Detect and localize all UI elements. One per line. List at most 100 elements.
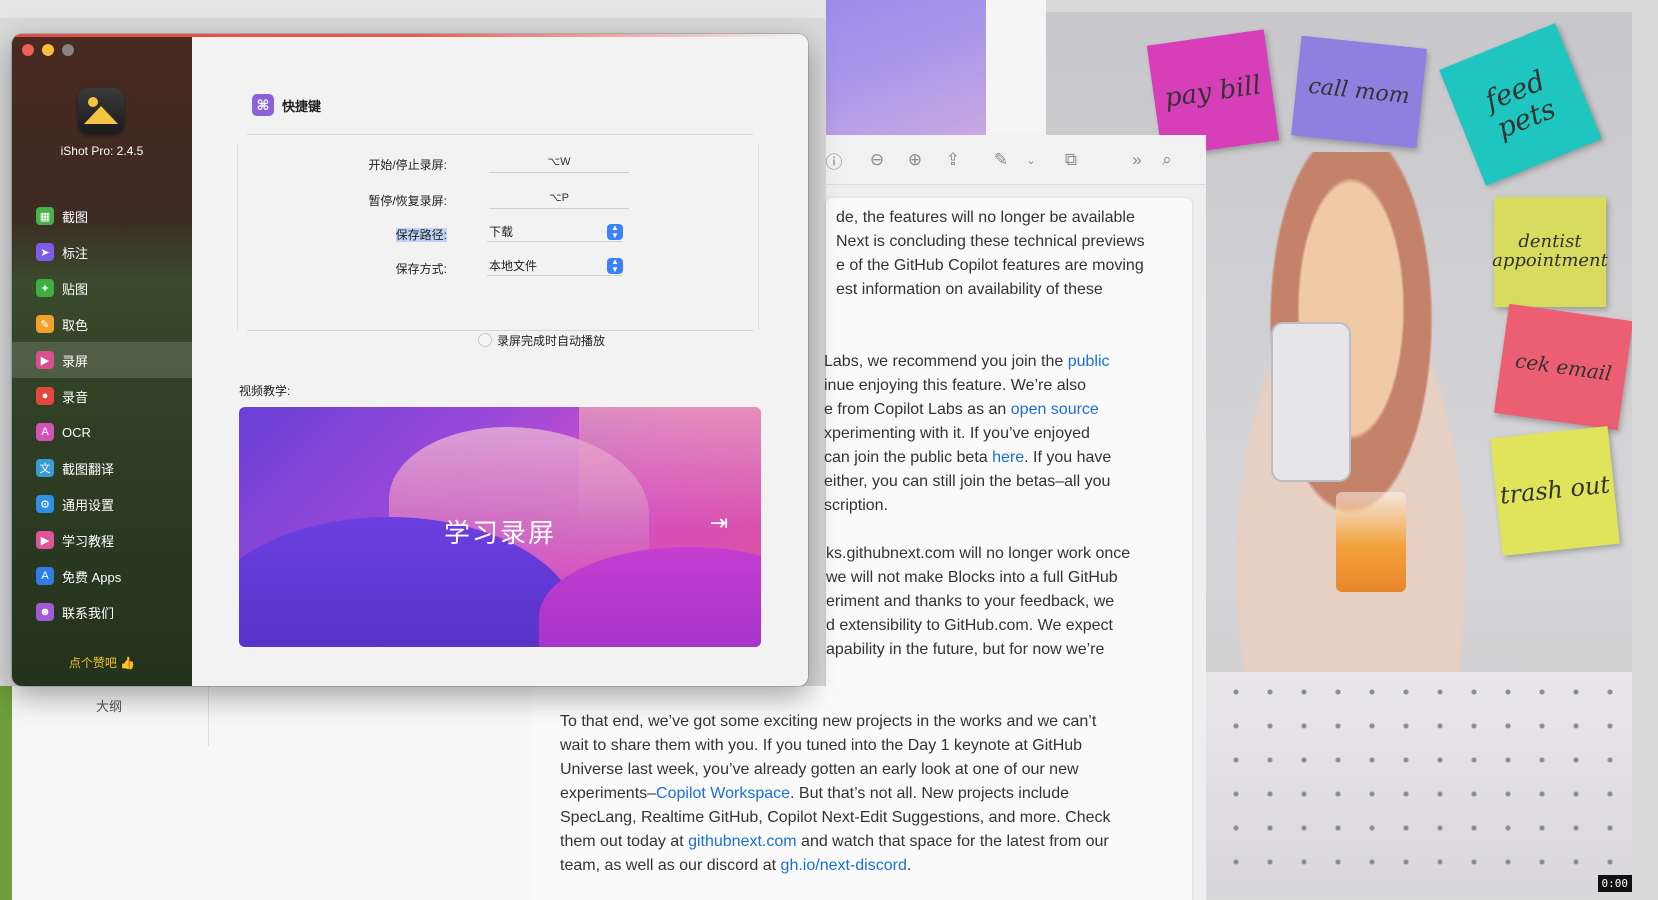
photo-juice-glass	[1336, 492, 1406, 592]
underlying-window-edge	[0, 686, 12, 900]
chevron-down-icon[interactable]: ⌄	[1020, 149, 1042, 171]
text-line: either, you can still join the betas–all…	[824, 470, 1111, 494]
text-line: eriment and thanks to your feedback, we	[826, 593, 1115, 610]
text: xperimenting with it. If you’ve enjoyed	[824, 425, 1090, 442]
sidebar-item[interactable]: ✦ 贴图	[12, 270, 192, 306]
sidebar-item[interactable]: A 免费 Apps	[12, 558, 192, 594]
sidebar-item-label: 免费 Apps	[62, 569, 122, 585]
document-toolbar: ⓘ ⊖ ⊕ ⇪ ✎ ⌄ ⧉ » ⌕	[826, 135, 1206, 185]
open-external-icon[interactable]: ⇥	[707, 510, 731, 535]
text-line: de, the features will no longer be avail…	[836, 209, 1135, 226]
chevron-up-down-icon: ▲ ▼	[607, 224, 623, 240]
open-source-link[interactable]: open source	[1011, 401, 1099, 418]
here-link[interactable]: here	[992, 449, 1024, 466]
text-line: e of the GitHub Copilot features are mov…	[836, 257, 1144, 274]
video-tutorial-card[interactable]: 学习录屏 ⇥	[239, 407, 761, 647]
chevron-up-down-icon: ▲ ▼	[607, 258, 623, 274]
sidebar-item-label: 标注	[62, 245, 89, 261]
sidebar-item[interactable]: ⚙ 通用设置	[12, 486, 192, 522]
video-tutorial-label: 视频教学:	[239, 384, 291, 398]
contacts-icon: ☻	[36, 603, 54, 621]
save-mode-select[interactable]: 本地文件 ▲ ▼	[487, 257, 623, 276]
zoom-out-icon[interactable]: ⊖	[866, 149, 888, 171]
text-line: SpecLang, Realtime GitHub, Copilot Next-…	[560, 809, 1111, 826]
divider	[208, 686, 209, 746]
microphone-icon: ●	[36, 387, 54, 405]
ocr-icon: A	[36, 423, 54, 441]
text-line: can join the public beta here. If you ha…	[824, 446, 1111, 470]
text: Labs, we recommend you join the	[824, 353, 1068, 370]
autoplay-label[interactable]: 录屏完成时自动播放	[497, 332, 605, 349]
text: e from Copilot Labs as an	[824, 401, 1011, 418]
app-logo-icon	[78, 88, 124, 134]
sidebar-item-label: 截图	[62, 209, 89, 225]
image-icon: ▦	[36, 207, 54, 225]
text-line: apability in the future, but for now we’…	[826, 641, 1105, 658]
video-icon: ▶	[36, 351, 54, 369]
settings-panel: ⌘ 快捷键 开始/停止录屏: ⌥W 暂停/恢复录屏: ⌥P 保存路径: 下载 ▲…	[192, 37, 808, 686]
document-paragraph-2: Labs, we recommend you join the public i…	[824, 350, 1111, 518]
info-icon[interactable]: ⓘ	[823, 149, 845, 172]
text-line: est information on availability of these	[836, 281, 1103, 298]
text-line: wait to share them with you. If you tune…	[560, 737, 1083, 754]
save-path-value: 下载	[489, 225, 514, 239]
wallpaper-shape	[579, 407, 761, 527]
save-path-select[interactable]: 下载 ▲ ▼	[487, 223, 623, 242]
sidebar-item[interactable]: ✎ 取色	[12, 306, 192, 342]
rotate-icon[interactable]: ⧉	[1060, 149, 1082, 171]
outline-label[interactable]: 大纲	[96, 696, 122, 715]
text-line: experiments–Copilot Workspace. But that’…	[560, 782, 1111, 806]
text: scription.	[824, 497, 889, 514]
text: .	[906, 857, 912, 874]
githubnext-link[interactable]: githubnext.com	[688, 833, 797, 850]
gear-icon: ⚙	[36, 495, 54, 513]
eyedropper-icon: ✎	[36, 315, 54, 333]
command-icon: ⌘	[252, 94, 274, 116]
play-icon: ▶	[36, 531, 54, 549]
markup-pen-icon[interactable]: ✎	[990, 149, 1012, 171]
text-line: inue enjoying this feature. We’re also	[824, 374, 1111, 398]
start-stop-label: 开始/停止录屏:	[368, 158, 447, 172]
sidebar-item[interactable]: ▶ 学习教程	[12, 522, 192, 558]
document-paragraph-3: ks.githubnext.com will no longer work on…	[826, 542, 1130, 662]
app-version: iShot Pro: 2.4.5	[60, 144, 144, 158]
sidebar-item[interactable]: 文截图翻译	[12, 450, 192, 486]
copilot-workspace-link[interactable]: Copilot Workspace	[656, 785, 790, 802]
sidebar-item-label: 通用设置	[62, 497, 115, 513]
sidebar-item[interactable]: ▦ 截图	[12, 198, 192, 234]
sidebar-item[interactable]: ➤ 标注	[12, 234, 192, 270]
ishot-window: iShot Pro: 2.4.5 ▦ 截图 ➤ 标注 ✦ 贴图 ✎ 取色 ▶ 录屏 ● 录音 A OCR 文…	[12, 34, 808, 686]
sidebar-item[interactable]: ☻ 联系我们	[12, 594, 192, 630]
divider	[247, 330, 753, 331]
start-stop-shortcut-field[interactable]: ⌥W	[489, 155, 629, 173]
appstore-icon: A	[36, 567, 54, 585]
zoom-button[interactable]	[62, 44, 74, 56]
text: inue enjoying this feature. We’re also	[824, 377, 1087, 394]
pointer-icon: ➤	[36, 243, 54, 261]
sidebar-item[interactable]: ▶ 录屏	[12, 342, 192, 378]
share-icon[interactable]: ⇪	[942, 149, 964, 171]
autoplay-checkbox[interactable]	[478, 333, 492, 347]
like-button[interactable]: 点个赞吧 👍	[12, 654, 192, 671]
text: . But that’s not all. New projects inclu…	[790, 785, 1069, 802]
sidebar-item[interactable]: A OCR	[12, 414, 192, 450]
sticky-note: dentist appointment	[1492, 197, 1608, 307]
more-chevrons-icon[interactable]: »	[1126, 149, 1148, 171]
pause-resume-shortcut-field[interactable]: ⌥P	[489, 191, 629, 209]
save-mode-label: 保存方式:	[395, 262, 447, 276]
search-icon[interactable]: ⌕	[1156, 149, 1178, 171]
text: experiments–	[560, 785, 657, 802]
document-paragraph-1: de, the features will no longer be avail…	[836, 206, 1145, 302]
discord-link[interactable]: gh.io/next-discord	[781, 857, 907, 874]
text-line: e from Copilot Labs as an open source	[824, 398, 1111, 422]
zoom-in-icon[interactable]: ⊕	[904, 149, 926, 171]
minimize-button[interactable]	[42, 44, 54, 56]
divider	[247, 134, 753, 135]
text: either, you can still join the betas–all…	[824, 473, 1111, 490]
close-button[interactable]	[22, 44, 34, 56]
public-link[interactable]: public	[1068, 353, 1110, 370]
text: can join the public beta	[824, 449, 993, 466]
text-line: team, as well as our discord at gh.io/ne…	[560, 854, 1111, 878]
sidebar-item[interactable]: ● 录音	[12, 378, 192, 414]
sidebar-item-label: 取色	[62, 317, 89, 333]
